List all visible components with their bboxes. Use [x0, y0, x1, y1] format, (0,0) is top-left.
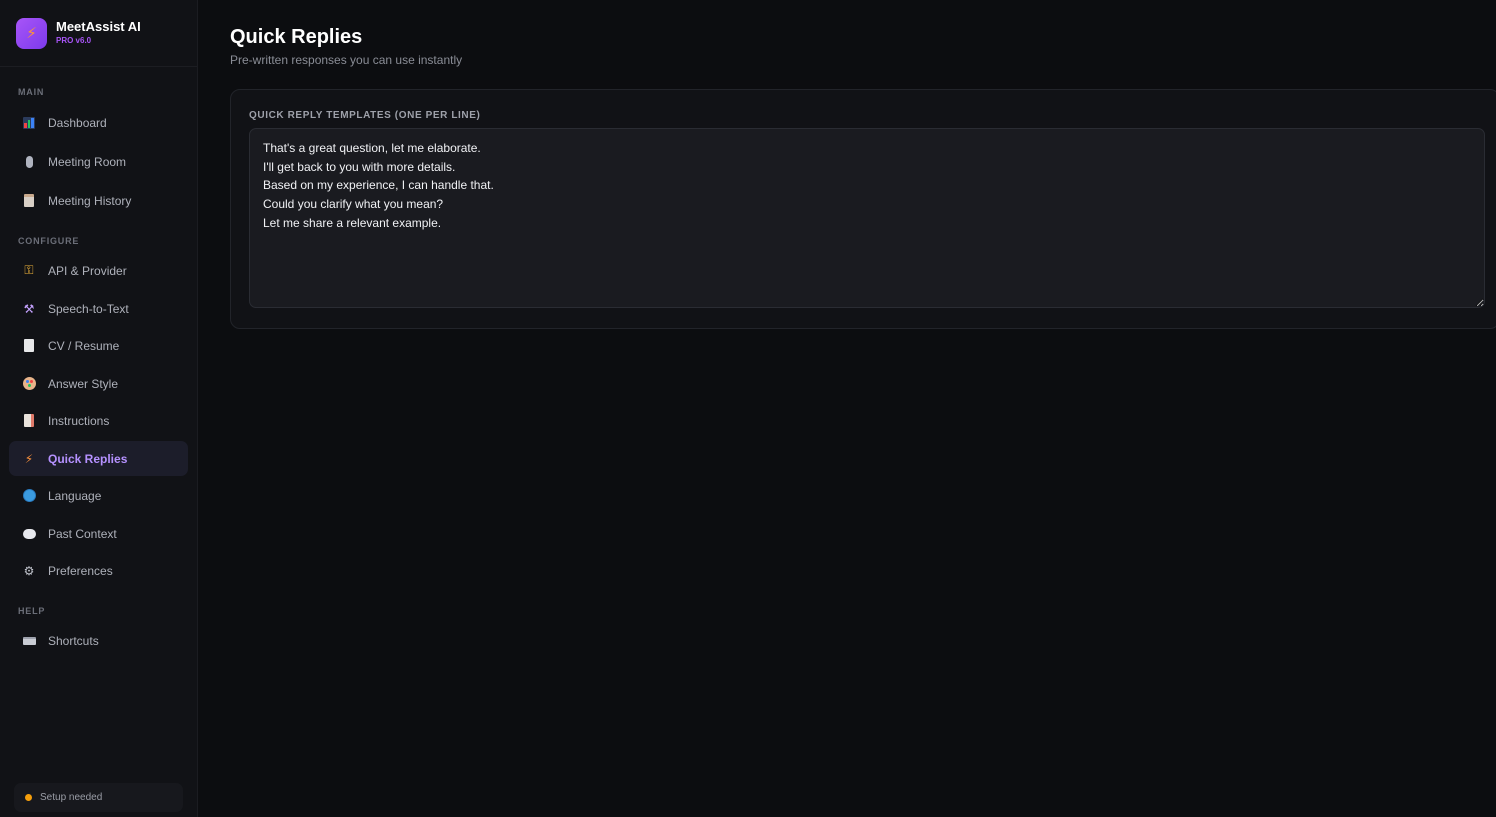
sidebar-item-instructions[interactable]: Instructions	[9, 403, 188, 438]
quick-replies-card: QUICK REPLY TEMPLATES (ONE PER LINE) Tha…	[230, 89, 1496, 329]
sidebar-item-label: Preferences	[48, 563, 113, 578]
clipboard-icon	[21, 193, 37, 209]
keyboard-icon	[21, 633, 37, 649]
sidebar-item-quick-replies[interactable]: ⚡ Quick Replies	[9, 441, 188, 476]
sidebar: ⚡ MeetAssist AI PRO v6.0 MAIN Dashboard …	[0, 0, 198, 817]
globe-icon	[21, 488, 37, 504]
brand: ⚡ MeetAssist AI PRO v6.0	[0, 0, 197, 67]
bar-chart-icon	[21, 115, 37, 131]
hammer-icon: ⚒	[23, 301, 35, 316]
sidebar-item-label: Language	[48, 488, 102, 503]
speech-bubble-icon	[21, 526, 37, 542]
key-icon: ⚿	[24, 263, 34, 277]
status-badge: Setup needed	[14, 783, 183, 812]
section-label-configure: CONFIGURE	[18, 236, 80, 246]
page-subtitle: Pre-written responses you can use instan…	[230, 53, 463, 67]
sidebar-item-meeting-room[interactable]: Meeting Room	[9, 144, 188, 179]
section-label-help: HELP	[18, 606, 46, 616]
sidebar-item-preferences[interactable]: ⚙ Preferences	[9, 553, 188, 588]
section-label-main: MAIN	[18, 87, 45, 97]
sidebar-item-language[interactable]: Language	[9, 478, 188, 513]
palette-icon	[21, 376, 37, 392]
sidebar-item-meeting-history[interactable]: Meeting History	[9, 183, 188, 218]
sidebar-item-label: Quick Replies	[48, 451, 128, 466]
lightning-bolt-icon: ⚡	[16, 17, 47, 49]
sidebar-item-label: Meeting History	[48, 193, 132, 208]
lightning-bolt-icon: ⚡	[24, 451, 34, 466]
sidebar-item-shortcuts[interactable]: Shortcuts	[9, 623, 188, 658]
microphone-icon	[21, 154, 37, 170]
gear-icon: ⚙	[23, 563, 35, 578]
status-dot-icon	[25, 794, 32, 801]
sidebar-item-label: Meeting Room	[48, 154, 127, 169]
quick-reply-templates-input[interactable]: That's a great question, let me elaborat…	[249, 128, 1485, 308]
sidebar-item-past-context[interactable]: Past Context	[9, 516, 188, 551]
sidebar-item-label: CV / Resume	[48, 338, 120, 353]
status-text: Setup needed	[40, 792, 103, 803]
brand-name: MeetAssist AI	[56, 19, 141, 34]
sidebar-item-label: Shortcuts	[48, 633, 99, 648]
sidebar-item-label: Past Context	[48, 526, 117, 541]
brand-version: PRO v6.0	[56, 36, 92, 45]
sidebar-item-label: Speech-to-Text	[48, 301, 129, 316]
sidebar-item-label: Answer Style	[48, 376, 119, 391]
sidebar-item-label: Instructions	[48, 413, 110, 428]
sidebar-item-cv-resume[interactable]: CV / Resume	[9, 328, 188, 363]
sidebar-item-label: Dashboard	[48, 115, 107, 130]
document-icon	[21, 338, 37, 354]
page-title: Quick Replies	[230, 26, 363, 48]
templates-label: QUICK REPLY TEMPLATES (ONE PER LINE)	[249, 110, 481, 121]
sidebar-item-api-provider[interactable]: ⚿ API & Provider	[9, 253, 188, 288]
sidebar-item-dashboard[interactable]: Dashboard	[9, 105, 188, 140]
sidebar-item-label: API & Provider	[48, 263, 127, 278]
memo-icon	[21, 413, 37, 429]
sidebar-item-answer-style[interactable]: Answer Style	[9, 366, 188, 401]
sidebar-item-speech-to-text[interactable]: ⚒ Speech-to-Text	[9, 291, 188, 326]
